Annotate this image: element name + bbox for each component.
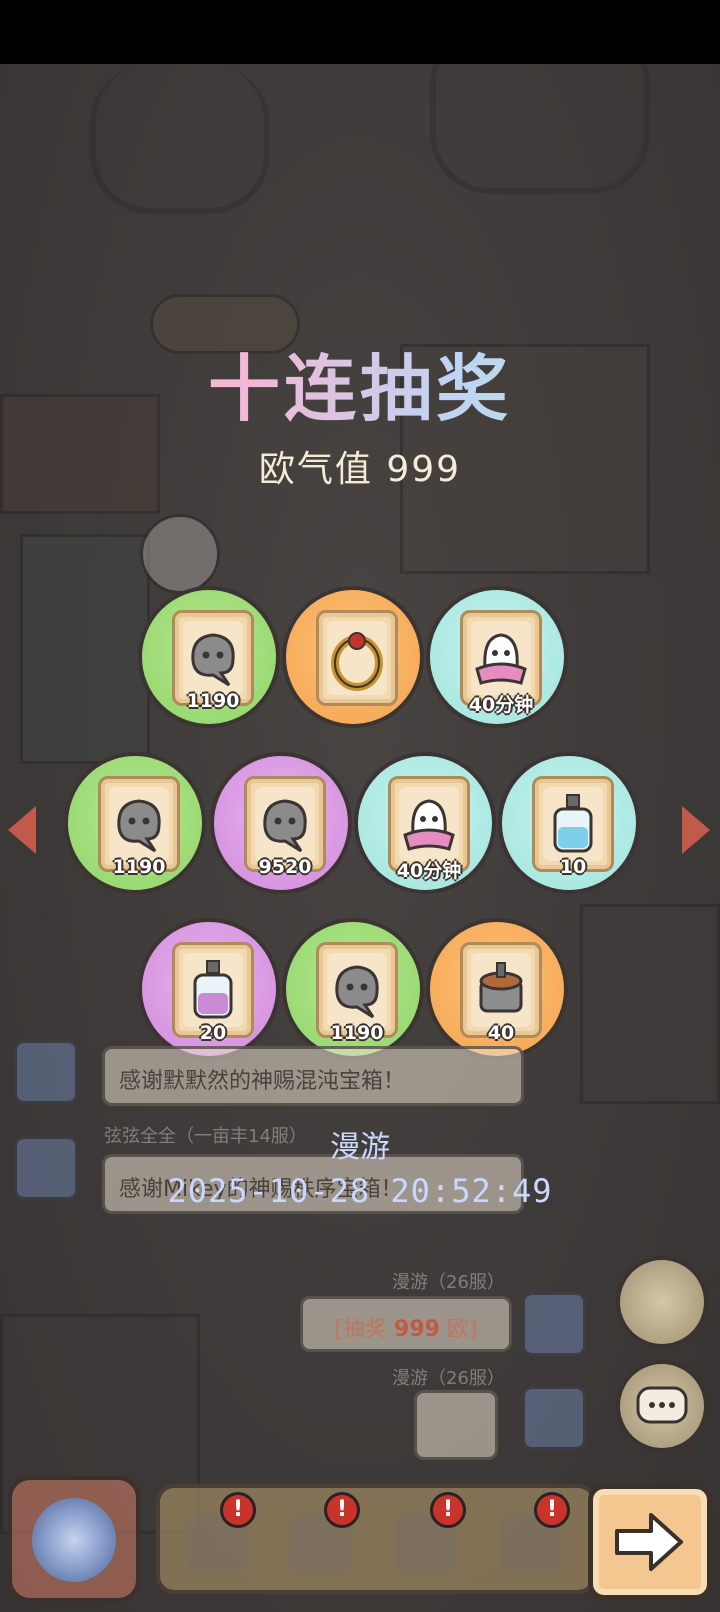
- reward-item[interactable]: 40分钟: [354, 752, 496, 894]
- avatar[interactable]: [14, 1040, 78, 1104]
- reward-amount: 1190: [186, 690, 240, 712]
- prev-arrow-icon[interactable]: [8, 806, 36, 854]
- watermark-time: 2025-10-28 20:52:49: [167, 1172, 553, 1210]
- chat-button[interactable]: [616, 1360, 708, 1452]
- ghost-blanket-icon: [471, 621, 531, 695]
- next-arrow-icon: [615, 1513, 683, 1571]
- status-bar: [0, 0, 720, 64]
- reward-amount: 40: [487, 1022, 515, 1044]
- reward-amount: 10: [559, 856, 587, 878]
- alert-badge: !: [324, 1492, 360, 1528]
- nav-button-statue[interactable]: !: [382, 1492, 470, 1584]
- alert-badge: !: [534, 1492, 570, 1528]
- machine-part-icon: [471, 953, 531, 1027]
- avatar[interactable]: [522, 1292, 586, 1356]
- nav-button-pyramid[interactable]: !: [486, 1492, 574, 1584]
- reward-item[interactable]: 1190: [138, 586, 280, 728]
- reward-amount: 1190: [112, 856, 166, 878]
- reward-card: [316, 610, 398, 706]
- lottery-suffix: 欧]: [439, 1317, 478, 1342]
- portal-button[interactable]: [8, 1476, 140, 1602]
- reward-item[interactable]: 40: [426, 918, 568, 1060]
- luck-value-label: 欧气值 999: [258, 449, 462, 490]
- gear-button[interactable]: [616, 1256, 708, 1348]
- ring-icon: [327, 621, 387, 695]
- chat-username: 漫游（26服）: [392, 1368, 505, 1389]
- ghost-blanket-icon: [399, 787, 459, 861]
- ghost-spirit-icon: [109, 787, 169, 861]
- reward-amount: 20: [199, 1022, 227, 1044]
- reward-amount: 40分钟: [396, 860, 462, 882]
- sticker-message: [414, 1390, 498, 1460]
- reward-amount: 1190: [330, 1022, 384, 1044]
- reward-item[interactable]: 40分钟: [426, 586, 568, 728]
- chat-icon: [636, 1386, 688, 1424]
- potion-bottle-icon: [543, 787, 603, 861]
- reward-amount: 9520: [258, 856, 312, 878]
- lottery-prefix: [抽奖: [334, 1317, 395, 1342]
- ghost-spirit-icon: [255, 787, 315, 861]
- ghost-spirit-icon: [183, 621, 243, 695]
- reward-item[interactable]: [282, 586, 424, 728]
- lottery-chat-message: [抽奖 999 欧]: [300, 1296, 512, 1352]
- reward-item[interactable]: 9520: [210, 752, 352, 894]
- chat-username: 漫游（26服）: [392, 1272, 505, 1293]
- alert-badge: !: [430, 1492, 466, 1528]
- reward-item[interactable]: 20: [138, 918, 280, 1060]
- nav-button-chick[interactable]: !: [172, 1492, 260, 1584]
- alert-badge: !: [220, 1492, 256, 1528]
- next-page-arrow-icon[interactable]: [682, 806, 710, 854]
- reward-amount: 40分钟: [468, 694, 534, 716]
- watermark-name: 漫游: [330, 1130, 390, 1165]
- ghost-spirit-icon: [327, 953, 387, 1027]
- reward-item[interactable]: 1190: [64, 752, 206, 894]
- avatar[interactable]: [522, 1386, 586, 1450]
- portal-icon: [32, 1498, 116, 1582]
- nav-button-backpack[interactable]: !: [276, 1492, 364, 1584]
- chat-message: 感谢默默然的神赐混沌宝箱！: [102, 1046, 524, 1106]
- potion-bottle-icon: [183, 953, 243, 1027]
- draw-title: 十连抽奖: [0, 330, 720, 435]
- lottery-value: 999: [394, 1317, 440, 1342]
- reward-item[interactable]: 10: [498, 752, 640, 894]
- reward-item[interactable]: 1190: [282, 918, 424, 1060]
- next-button[interactable]: [588, 1484, 712, 1600]
